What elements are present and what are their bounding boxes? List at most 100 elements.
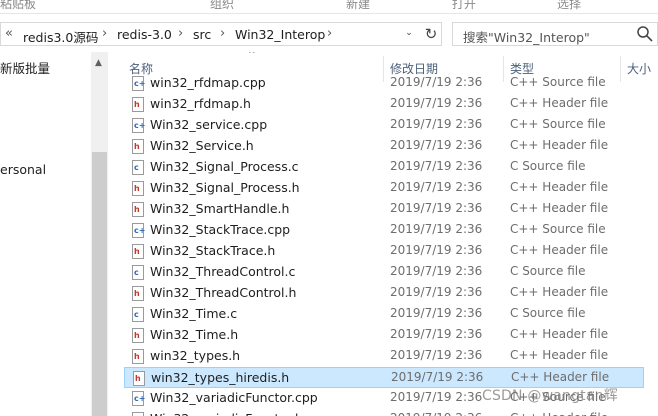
chevron-right-icon[interactable]: › xyxy=(327,26,332,41)
breadcrumb-item-redis-3-0[interactable]: redis-3.0 xyxy=(117,27,172,42)
file-name: Win32_SmartHandle.h xyxy=(150,201,290,216)
file-modified-date: 2019/7/19 2:36 xyxy=(390,390,483,404)
file-row[interactable]: c+ win32_rfdmap.cpp 2019/7/19 2:36 C++ Sour… xyxy=(124,73,644,94)
chevron-right-icon[interactable]: › xyxy=(220,26,225,41)
chevron-down-icon[interactable]: ⌄ xyxy=(401,28,417,42)
file-row[interactable]: h Win32_ThreadControl.h 2019/7/19 2:36 C++ … xyxy=(124,283,644,304)
nav-item-personal[interactable]: ersonal xyxy=(0,162,46,177)
file-row[interactable]: h Win32_Service.h 2019/7/19 2:36 C++ Header… xyxy=(124,136,644,157)
header-file-icon: h xyxy=(132,181,144,196)
file-row[interactable]: h Win32_StackTrace.h 2019/7/19 2:36 C++ Hea… xyxy=(124,241,644,262)
file-row[interactable]: h Win32_variadicFunctor.h 2019/7/19 2:36 C+… xyxy=(124,409,644,416)
file-icon-glyph: h xyxy=(134,205,140,214)
file-icon-glyph: c xyxy=(134,163,139,172)
file-modified-date: 2019/7/19 2:36 xyxy=(390,285,483,299)
source-file-icon: c xyxy=(132,160,144,175)
file-icon-glyph: h xyxy=(134,289,140,298)
file-modified-date: 2019/7/19 2:36 xyxy=(390,348,483,362)
file-name: Win32_StackTrace.h xyxy=(150,243,276,258)
file-row[interactable]: h win32_types.h 2019/7/19 2:36 C++ Header f… xyxy=(124,346,644,367)
refresh-icon[interactable]: ↻ xyxy=(421,25,441,45)
file-type: C++ Header file xyxy=(510,411,608,416)
file-modified-date: 2019/7/19 2:36 xyxy=(390,180,483,194)
file-icon-glyph: c+ xyxy=(134,121,146,130)
source-file-icon: c+ xyxy=(132,223,146,238)
ribbon-group-labels: 粘贴板 组织 新建 打开 选择 xyxy=(0,0,658,14)
breadcrumb-overflow-icon[interactable]: « xyxy=(5,26,13,41)
file-row[interactable]: c Win32_ThreadControl.c 2019/7/19 2:36 C So… xyxy=(124,262,644,283)
file-row[interactable]: h win32_rfdmap.h 2019/7/19 2:36 C++ Header … xyxy=(124,94,644,115)
file-type: C++ Header file xyxy=(511,370,610,384)
header-file-icon: h xyxy=(132,349,144,364)
file-type: C++ Header file xyxy=(510,180,609,194)
header-file-icon: h xyxy=(132,328,144,343)
breadcrumb-item-redis-source[interactable]: redis3.0源码 xyxy=(23,27,98,46)
breadcrumb-item-src[interactable]: src xyxy=(193,27,211,42)
file-modified-date: 2019/7/19 2:36 xyxy=(391,370,484,384)
file-type: C++ Header file xyxy=(510,243,609,257)
header-file-icon: h xyxy=(132,244,144,259)
search-icon[interactable] xyxy=(635,24,655,44)
file-type: C++ Header file xyxy=(510,348,609,362)
file-name: win32_rfdmap.cpp xyxy=(150,75,266,90)
ribbon-group-select: 选择 xyxy=(557,0,582,11)
ribbon-group-open: 打开 xyxy=(452,0,477,11)
file-modified-date: 2019/7/19 2:36 xyxy=(390,264,483,278)
file-name: Win32_variadicFunctor.h xyxy=(150,411,303,416)
file-type: C Source file xyxy=(510,264,586,278)
search-input[interactable]: 搜索"Win32_Interop" xyxy=(452,22,658,46)
file-type: C++ Header file xyxy=(510,285,609,299)
file-name: win32_types.h xyxy=(150,348,241,363)
file-modified-date: 2019/7/19 2:36 xyxy=(390,411,482,416)
file-row[interactable]: c Win32_Time.c 2019/7/19 2:36 C Source file xyxy=(124,304,644,325)
file-row[interactable]: h Win32_Time.h 2019/7/19 2:36 C++ Header fi… xyxy=(124,325,644,346)
file-name: Win32_Signal_Process.h xyxy=(150,180,300,195)
file-modified-date: 2019/7/19 2:36 xyxy=(390,201,483,215)
ribbon-group-new: 新建 xyxy=(346,0,371,11)
file-name: win32_types_hiredis.h xyxy=(151,370,290,385)
file-name: Win32_service.cpp xyxy=(150,117,268,132)
header-file-icon: h xyxy=(132,97,144,112)
file-modified-date: 2019/7/19 2:36 xyxy=(390,138,483,152)
file-row[interactable]: c+ Win32_StackTrace.cpp 2019/7/19 2:36 C++ … xyxy=(124,220,644,241)
file-type: C++ Header file xyxy=(510,138,609,152)
file-icon-glyph: h xyxy=(134,184,140,193)
scroll-up-icon[interactable]: ▲ xyxy=(95,58,102,68)
file-row[interactable]: c+ Win32_service.cpp 2019/7/19 2:36 C++ Sou… xyxy=(124,115,644,136)
file-icon-glyph: h xyxy=(134,352,140,361)
address-bar: « redis3.0源码 › redis-3.0 › src › Win32_I… xyxy=(0,20,658,48)
file-icon-glyph: h xyxy=(134,100,140,109)
nav-scrollbar[interactable]: ▲ xyxy=(91,52,108,416)
file-modified-date: 2019/7/19 2:36 xyxy=(390,96,483,110)
source-file-icon: c xyxy=(132,307,144,322)
file-type: C++ Source file xyxy=(510,222,606,236)
file-row[interactable]: h Win32_SmartHandle.h 2019/7/19 2:36 C++ He… xyxy=(124,199,644,220)
ribbon-group-clipboard: 粘贴板 xyxy=(0,0,37,11)
chevron-right-icon[interactable]: › xyxy=(178,26,183,41)
file-icon-glyph: c+ xyxy=(134,79,146,88)
file-name: Win32_ThreadControl.c xyxy=(150,264,296,279)
file-modified-date: 2019/7/19 2:36 xyxy=(390,306,483,320)
ribbon-group-organize: 组织 xyxy=(210,0,235,11)
file-icon-glyph: c+ xyxy=(134,226,146,235)
file-modified-date: 2019/7/19 2:36 xyxy=(390,222,483,236)
source-file-icon: c xyxy=(132,265,144,280)
header-file-icon: h xyxy=(132,412,144,416)
breadcrumb[interactable]: « redis3.0源码 › redis-3.0 › src › Win32_I… xyxy=(0,22,442,46)
file-icon-glyph: c xyxy=(134,310,139,319)
source-file-icon: c+ xyxy=(132,391,145,406)
file-name: Win32_variadicFunctor.cpp xyxy=(150,390,318,405)
file-name: Win32_ThreadControl.h xyxy=(150,285,297,300)
chevron-right-icon[interactable]: › xyxy=(102,26,107,41)
file-name: Win32_Signal_Process.c xyxy=(150,159,299,174)
file-row[interactable]: h Win32_Signal_Process.h 2019/7/19 2:36 C++… xyxy=(124,178,644,199)
file-row[interactable]: c Win32_Signal_Process.c 2019/7/19 2:36 C S… xyxy=(124,157,644,178)
search-placeholder: 搜索"Win32_Interop" xyxy=(463,30,590,45)
nav-scrollbar-thumb[interactable] xyxy=(92,152,107,416)
file-icon-glyph: h xyxy=(134,142,140,151)
nav-item-batch[interactable]: 新版批量 xyxy=(0,58,50,77)
breadcrumb-item-win32-interop[interactable]: Win32_Interop xyxy=(235,27,325,42)
file-icon-glyph: c xyxy=(134,268,139,277)
file-modified-date: 2019/7/19 2:36 xyxy=(390,117,483,131)
file-name: Win32_Service.h xyxy=(150,138,254,153)
